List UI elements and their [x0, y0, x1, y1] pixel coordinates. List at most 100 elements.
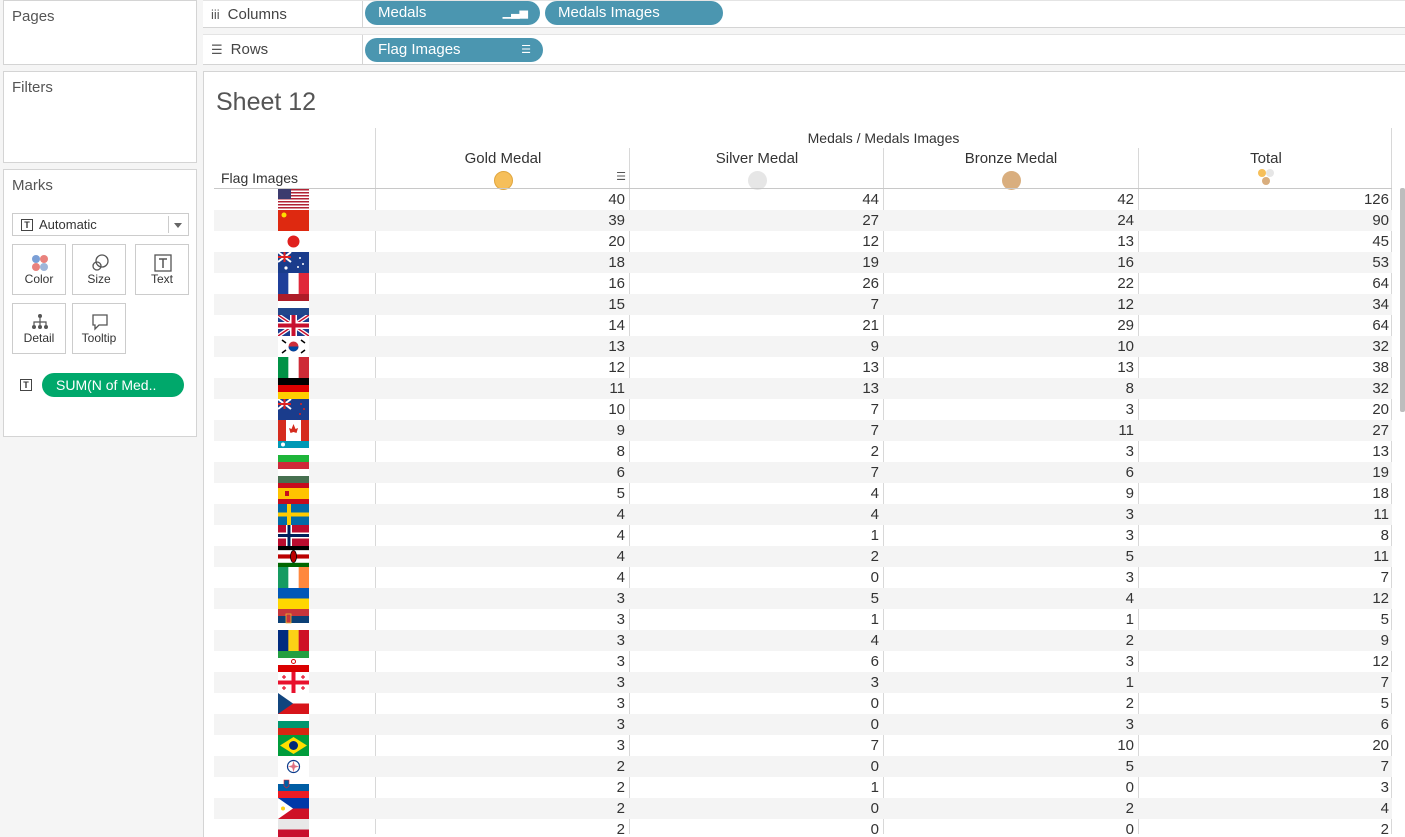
total-cell[interactable]: 11 [1139, 548, 1389, 565]
table-row[interactable]: 39 27 24 90 [214, 210, 1392, 231]
silver-medal-cell[interactable]: 13 [630, 359, 879, 376]
table-row[interactable]: 16 26 22 64 [214, 273, 1392, 294]
silver-medal-cell[interactable]: 7 [630, 296, 879, 313]
bronze-medal-cell[interactable]: 12 [884, 296, 1134, 313]
gold-medal-cell[interactable]: 15 [376, 296, 625, 313]
gold-medal-cell[interactable]: 4 [376, 548, 625, 565]
total-cell[interactable]: 7 [1139, 758, 1389, 775]
silver-medal-cell[interactable]: 4 [630, 632, 879, 649]
bronze-medal-cell[interactable]: 3 [884, 527, 1134, 544]
total-cell[interactable]: 7 [1139, 569, 1389, 586]
table-row[interactable]: 3 6 3 12 [214, 651, 1392, 672]
bronze-medal-header[interactable]: Bronze Medal [884, 150, 1138, 190]
total-cell[interactable]: 34 [1139, 296, 1389, 313]
table-row[interactable]: 18 19 16 53 [214, 252, 1392, 273]
gold-medal-cell[interactable]: 8 [376, 443, 625, 460]
silver-medal-cell[interactable]: 0 [630, 695, 879, 712]
total-cell[interactable]: 90 [1139, 212, 1389, 229]
gold-medal-cell[interactable]: 2 [376, 779, 625, 796]
bronze-medal-cell[interactable]: 6 [884, 464, 1134, 481]
bronze-medal-cell[interactable]: 9 [884, 485, 1134, 502]
total-cell[interactable]: 9 [1139, 632, 1389, 649]
table-row[interactable]: 3317 [214, 672, 1392, 693]
bronze-medal-cell[interactable]: 5 [884, 548, 1134, 565]
table-row[interactable]: 14 21 29 64 [214, 315, 1392, 336]
silver-medal-cell[interactable]: 19 [630, 254, 879, 271]
total-cell[interactable]: 3 [1139, 779, 1389, 796]
total-cell[interactable]: 8 [1139, 527, 1389, 544]
bronze-medal-cell[interactable]: 3 [884, 569, 1134, 586]
gold-medal-cell[interactable]: 4 [376, 569, 625, 586]
gold-medal-cell[interactable]: 9 [376, 422, 625, 439]
gold-medal-header[interactable]: Gold Medal ☰ [376, 150, 630, 190]
rows-shelf[interactable]: ☰ Rows Flag Images ☰ [203, 34, 1405, 65]
total-header[interactable]: Total [1139, 150, 1393, 188]
table-row[interactable]: 3 5 4 12 [214, 588, 1392, 609]
bronze-medal-cell[interactable]: 4 [884, 590, 1134, 607]
gold-medal-cell[interactable]: 20 [376, 233, 625, 250]
gold-medal-cell[interactable]: 4 [376, 527, 625, 544]
sum-measure-pill[interactable]: SUM(N of Med.. [42, 373, 184, 397]
table-row[interactable]: 40 44 42 126 [214, 189, 1392, 210]
flag-images-row-header[interactable]: Flag Images [221, 170, 298, 186]
silver-medal-cell[interactable]: 2 [630, 548, 879, 565]
pages-card[interactable]: Pages [3, 0, 197, 65]
silver-medal-cell[interactable]: 0 [630, 569, 879, 586]
total-cell[interactable]: 32 [1139, 338, 1389, 355]
total-cell[interactable]: 13 [1139, 443, 1389, 460]
bronze-medal-cell[interactable]: 2 [884, 632, 1134, 649]
flag-images-pill[interactable]: Flag Images ☰ [365, 38, 543, 62]
bronze-medal-cell[interactable]: 13 [884, 233, 1134, 250]
table-row[interactable]: 3429 [214, 630, 1392, 651]
table-row[interactable]: 2103 [214, 777, 1392, 798]
bronze-medal-cell[interactable]: 22 [884, 275, 1134, 292]
total-cell[interactable]: 45 [1139, 233, 1389, 250]
silver-medal-cell[interactable]: 7 [630, 464, 879, 481]
silver-medal-cell[interactable]: 0 [630, 716, 879, 733]
silver-medal-cell[interactable]: 4 [630, 485, 879, 502]
gold-medal-cell[interactable]: 13 [376, 338, 625, 355]
gold-medal-cell[interactable]: 2 [376, 758, 625, 775]
total-cell[interactable]: 64 [1139, 317, 1389, 334]
bronze-medal-cell[interactable]: 29 [884, 317, 1134, 334]
silver-medal-cell[interactable]: 1 [630, 779, 879, 796]
sort-descending-icon[interactable]: ☰ [521, 38, 531, 62]
silver-medal-cell[interactable]: 0 [630, 821, 879, 837]
table-row[interactable]: 2024 [214, 798, 1392, 819]
total-cell[interactable]: 4 [1139, 800, 1389, 817]
bronze-medal-cell[interactable]: 10 [884, 737, 1134, 754]
bronze-medal-cell[interactable]: 8 [884, 380, 1134, 397]
bronze-medal-cell[interactable]: 3 [884, 716, 1134, 733]
table-row[interactable]: 11 13 8 32 [214, 378, 1392, 399]
table-row[interactable]: 4037 [214, 567, 1392, 588]
gold-medal-cell[interactable]: 5 [376, 485, 625, 502]
silver-medal-cell[interactable]: 12 [630, 233, 879, 250]
table-row[interactable]: 2057 [214, 756, 1392, 777]
bronze-medal-cell[interactable]: 11 [884, 422, 1134, 439]
tooltip-button[interactable]: Tooltip [72, 303, 126, 354]
silver-medal-cell[interactable]: 7 [630, 401, 879, 418]
table-row[interactable]: 4 4 3 11 [214, 504, 1392, 525]
silver-medal-cell[interactable]: 7 [630, 422, 879, 439]
table-row[interactable]: 12 13 13 38 [214, 357, 1392, 378]
gold-medal-cell[interactable]: 2 [376, 800, 625, 817]
gold-medal-cell[interactable]: 12 [376, 359, 625, 376]
total-cell[interactable]: 12 [1139, 653, 1389, 670]
total-cell[interactable]: 20 [1139, 401, 1389, 418]
silver-medal-cell[interactable]: 4 [630, 506, 879, 523]
bronze-medal-cell[interactable]: 24 [884, 212, 1134, 229]
color-button[interactable]: Color [12, 244, 66, 295]
total-cell[interactable]: 27 [1139, 422, 1389, 439]
silver-medal-cell[interactable]: 5 [630, 590, 879, 607]
table-row[interactable]: 10 7 3 20 [214, 399, 1392, 420]
medals-pill[interactable]: Medals ▁▃▅ [365, 1, 540, 25]
table-row[interactable]: 5 4 9 18 [214, 483, 1392, 504]
table-row[interactable]: 3036 [214, 714, 1392, 735]
gold-medal-cell[interactable]: 3 [376, 737, 625, 754]
gold-medal-cell[interactable]: 3 [376, 695, 625, 712]
silver-medal-cell[interactable]: 6 [630, 653, 879, 670]
bronze-medal-cell[interactable]: 2 [884, 695, 1134, 712]
total-cell[interactable]: 20 [1139, 737, 1389, 754]
total-cell[interactable]: 11 [1139, 506, 1389, 523]
filters-card[interactable]: Filters [3, 71, 197, 163]
